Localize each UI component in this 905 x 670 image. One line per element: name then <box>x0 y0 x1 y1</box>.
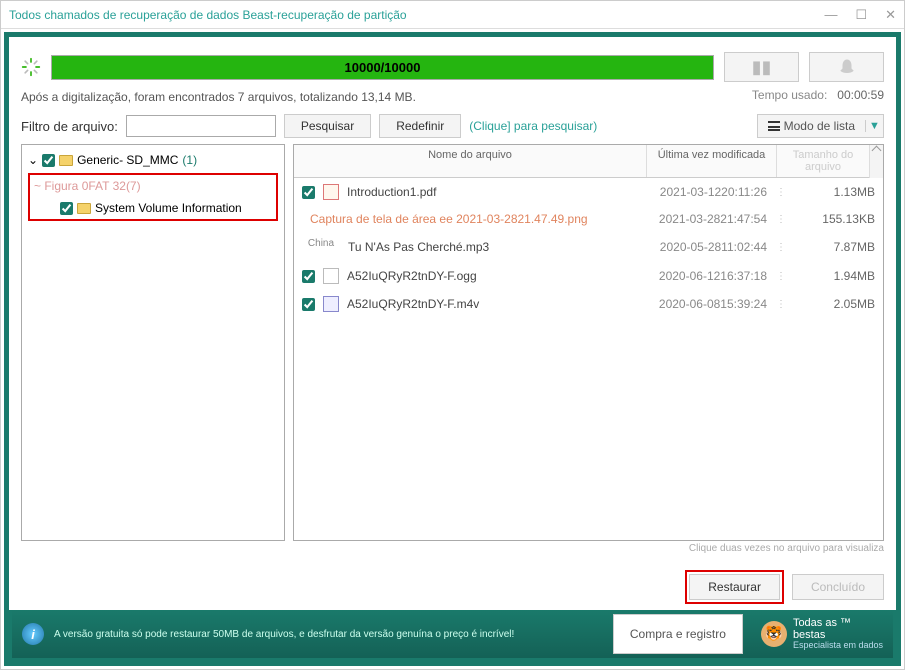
row-menu-icon[interactable]: ⋮ <box>775 242 787 253</box>
titlebar: Todos chamados de recuperação de dados B… <box>1 1 904 29</box>
time-label: Tempo usado: <box>752 88 827 102</box>
file-date: 2020-06-1216:37:18 <box>627 269 767 283</box>
viewmode-label: Modo de lista <box>784 119 855 133</box>
dblclick-hint: Clique duas vezes no arquivo para visual… <box>21 543 884 554</box>
tree-root-name: Generic- SD_MMC <box>77 153 178 167</box>
search-button[interactable]: Pesquisar <box>284 114 371 138</box>
progress-row: 10000/10000 ▮▮ <box>21 52 884 82</box>
progress-label: 10000/10000 <box>345 60 421 75</box>
file-date: 2020-05-2811:02:44 <box>627 240 767 254</box>
expand-icon[interactable]: ⌄ <box>28 153 38 167</box>
spinner-icon <box>21 57 41 77</box>
file-row[interactable]: Captura de tela de área ee 2021-03-2821.… <box>294 206 883 232</box>
tree-folder-svi[interactable]: System Volume Information <box>30 197 276 219</box>
folder-icon <box>77 203 91 214</box>
done-button[interactable]: Concluído <box>792 574 884 600</box>
tm: ™ <box>840 617 851 629</box>
folder-icon <box>59 155 73 166</box>
file-name: Tu N'As Pas Cherché.mp3 <box>348 240 619 254</box>
file-row[interactable]: China Tu N'As Pas Cherché.mp3 2020-05-2811… <box>294 232 883 262</box>
viewmode-dropdown[interactable]: Modo de lista ▼ <box>757 114 884 138</box>
window-controls: — ☐ ✕ <box>824 7 896 23</box>
brand-line1a: Todas as <box>793 617 837 629</box>
col-name[interactable]: Nome do arquivo <box>294 145 647 177</box>
footer: i A versão gratuita só pode restaurar 50… <box>12 610 893 658</box>
file-date: 2021-03-1220:11:26 <box>627 185 767 199</box>
filter-hint: (Clique] para pesquisar) <box>469 119 597 133</box>
app-window: Todos chamados de recuperação de dados B… <box>0 0 905 670</box>
file-name: A52IuQRyR2tnDY-F.m4v <box>347 297 619 311</box>
tree-root-checkbox[interactable] <box>42 154 55 167</box>
brand: 🐯 Todas as ™ bestas Especialista em dado… <box>761 617 883 651</box>
file-list[interactable]: Introduction1.pdf 2021-03-1220:11:26 ⋮ 1.13… <box>294 178 883 540</box>
file-name: Introduction1.pdf <box>347 185 619 199</box>
col-size[interactable]: Tamanho do arquivo <box>777 145 869 177</box>
file-checkbox[interactable] <box>302 270 315 283</box>
row-menu-icon[interactable]: ⋮ <box>775 187 787 198</box>
file-row[interactable]: A52IuQRyR2tnDY-F.ogg 2020-06-1216:37:18 ⋮ 1… <box>294 262 883 290</box>
file-size: 1.13MB <box>795 185 875 199</box>
file-checkbox[interactable] <box>302 186 315 199</box>
tree-root-count: (1) <box>182 153 197 167</box>
tree-svi-label: System Volume Information <box>95 201 242 215</box>
footer-text: A versão gratuita só pode restaurar 50MB… <box>54 629 514 640</box>
file-header: Nome do arquivo Última vez modificada Ta… <box>294 145 869 178</box>
file-size: 7.87MB <box>795 240 875 254</box>
filter-input[interactable] <box>126 115 276 137</box>
list-icon <box>768 121 780 131</box>
tree-svi-checkbox[interactable] <box>60 202 73 215</box>
filter-label: Filtro de arquivo: <box>21 119 118 134</box>
content-row: ⌄ Generic- SD_MMC (1) ~ Figura 0FAT 32(7… <box>21 144 884 541</box>
file-name: Captura de tela de área ee 2021-03-2821.… <box>310 212 619 226</box>
stop-icon <box>838 58 856 76</box>
maximize-button[interactable]: ☐ <box>855 7 867 23</box>
info-icon: i <box>22 623 44 645</box>
minimize-button[interactable]: — <box>824 7 837 23</box>
close-button[interactable]: ✕ <box>885 7 896 23</box>
m4v-icon <box>323 296 339 312</box>
row-menu-icon[interactable]: ⋮ <box>775 271 787 282</box>
file-panel: Nome do arquivo Última vez modificada Ta… <box>293 144 884 541</box>
brand-line2: Especialista em dados <box>793 641 883 651</box>
tree-highlight-box: ~ Figura 0FAT 32(7) System Volume Inform… <box>28 173 278 221</box>
file-row[interactable]: Introduction1.pdf 2021-03-1220:11:26 ⋮ 1.13… <box>294 178 883 206</box>
row-menu-icon[interactable]: ⋮ <box>775 214 787 225</box>
folder-tree[interactable]: ⌄ Generic- SD_MMC (1) ~ Figura 0FAT 32(7… <box>21 144 285 541</box>
pause-button[interactable]: ▮▮ <box>724 52 799 82</box>
file-row[interactable]: A52IuQRyR2tnDY-F.m4v 2020-06-0815:39:24 ⋮ 2… <box>294 290 883 318</box>
file-checkbox[interactable] <box>302 298 315 311</box>
col-date[interactable]: Última vez modificada <box>647 145 777 177</box>
tree-partition[interactable]: ~ Figura 0FAT 32(7) <box>30 175 276 197</box>
scrollbar[interactable] <box>869 145 883 178</box>
file-size: 2.05MB <box>795 297 875 311</box>
outer-frame: 10000/10000 ▮▮ Após a digitalização, for… <box>4 32 901 666</box>
file-date: 2020-06-0815:39:24 <box>627 297 767 311</box>
restore-button[interactable]: Restaurar <box>689 574 780 600</box>
pdf-icon <box>323 184 339 200</box>
filter-row: Filtro de arquivo: Pesquisar Redefinir (… <box>21 114 884 138</box>
file-thumbnail: China <box>302 238 340 256</box>
stop-button[interactable] <box>809 52 884 82</box>
time-row: Tempo usado: 00:00:59 <box>21 88 884 102</box>
bottom-buttons: Restaurar Concluído <box>21 574 884 600</box>
file-name: A52IuQRyR2tnDY-F.ogg <box>347 269 619 283</box>
main-panel: 10000/10000 ▮▮ Após a digitalização, for… <box>9 37 896 610</box>
row-menu-icon[interactable]: ⋮ <box>775 299 787 310</box>
tree-root[interactable]: ⌄ Generic- SD_MMC (1) <box>22 151 284 169</box>
file-size: 1.94MB <box>795 269 875 283</box>
window-title: Todos chamados de recuperação de dados B… <box>9 8 407 22</box>
brand-icon: 🐯 <box>761 621 787 647</box>
reset-button[interactable]: Redefinir <box>379 114 461 138</box>
buy-button[interactable]: Compra e registro <box>613 614 743 654</box>
file-date: 2021-03-2821:47:54 <box>627 212 767 226</box>
progress-bar: 10000/10000 <box>51 55 714 80</box>
time-value: 00:00:59 <box>837 88 884 102</box>
chevron-down-icon: ▼ <box>865 120 883 132</box>
file-size: 155.13KB <box>795 212 875 226</box>
doc-icon <box>323 268 339 284</box>
